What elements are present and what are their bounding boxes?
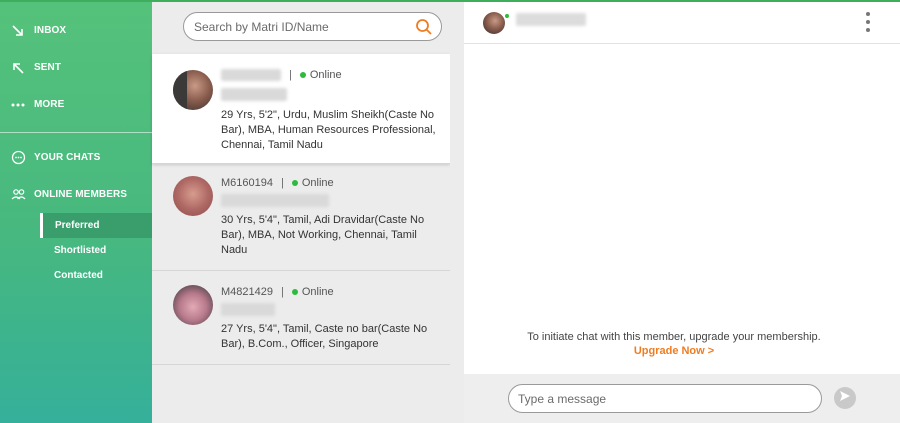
nav-inbox[interactable]: INBOX: [0, 12, 152, 49]
online-indicator: [504, 13, 510, 19]
member-id: M4821429: [221, 286, 273, 298]
nav-more[interactable]: MORE: [0, 86, 152, 123]
message-input[interactable]: [518, 385, 812, 412]
blurred-member-name: [221, 88, 287, 101]
chat-header: [464, 2, 900, 44]
nav-online-members[interactable]: ONLINE MEMBERS: [0, 176, 152, 213]
nav-inbox-label: INBOX: [34, 25, 67, 36]
sub-item-contacted[interactable]: Contacted: [0, 263, 152, 288]
member-id-line: M4821429 | Online: [221, 285, 436, 299]
blurred-member-name: [221, 194, 329, 207]
member-card[interactable]: | Online 29 Yrs, 5'2", Urdu, Muslim Shei…: [152, 54, 450, 164]
blurred-contact-name: [516, 13, 586, 26]
separator: |: [281, 177, 284, 189]
search-input[interactable]: [194, 19, 415, 34]
member-id-line: M6160194 | Online: [221, 176, 436, 190]
nav-more-label: MORE: [34, 99, 65, 110]
blurred-member-id: [221, 69, 281, 81]
sidebar-divider: [0, 132, 152, 133]
panel-gap: [450, 2, 464, 423]
online-status: Online: [301, 286, 334, 298]
more-dots-icon: [10, 97, 26, 113]
nav-online-members-label: ONLINE MEMBERS: [34, 189, 128, 200]
member-description: 29 Yrs, 5'2", Urdu, Muslim Sheikh(Caste …: [221, 109, 436, 151]
separator: |: [289, 69, 292, 81]
member-card[interactable]: M4821429 | Online 27 Yrs, 5'4", Tamil, C…: [152, 271, 450, 365]
kebab-menu-icon[interactable]: [864, 12, 872, 32]
blurred-member-name: [221, 303, 275, 316]
send-icon: [839, 389, 851, 407]
separator: |: [281, 286, 284, 298]
sidebar: INBOX SENT MORE YOUR CHATS ONLINE MEMBER…: [0, 2, 152, 423]
nav-your-chats[interactable]: YOUR CHATS: [0, 139, 152, 176]
member-description: 27 Yrs, 5'4", Tamil, Caste no bar(Caste …: [221, 323, 428, 350]
nav-sent[interactable]: SENT: [0, 49, 152, 86]
online-dot: [299, 72, 306, 78]
search-box[interactable]: [183, 12, 442, 41]
upgrade-message: To initiate chat with this member, upgra…: [524, 330, 824, 358]
send-button[interactable]: [834, 387, 856, 409]
chat-bubble-icon: [10, 150, 26, 166]
member-card[interactable]: M6160194 | Online 30 Yrs, 5'4", Tamil, A…: [152, 164, 450, 271]
online-members-icon: [10, 187, 26, 203]
member-list-panel: | Online 29 Yrs, 5'2", Urdu, Muslim Shei…: [152, 2, 450, 423]
member-avatar: [173, 70, 213, 110]
sub-item-preferred[interactable]: Preferred: [40, 213, 152, 238]
message-input-box[interactable]: [508, 384, 822, 413]
member-id: M6160194: [221, 177, 273, 189]
member-avatar: [173, 176, 213, 216]
member-avatar: [173, 285, 213, 325]
online-dot: [291, 180, 298, 186]
chat-panel: To initiate chat with this member, upgra…: [464, 2, 900, 423]
sub-item-shortlisted[interactable]: Shortlisted: [0, 238, 152, 263]
search-icon[interactable]: [415, 18, 433, 36]
inbox-arrow-icon: [10, 23, 26, 39]
sent-arrow-icon: [10, 60, 26, 76]
member-description: 30 Yrs, 5'4", Tamil, Adi Dravidar(Caste …: [221, 214, 425, 256]
upgrade-text: To initiate chat with this member, upgra…: [527, 331, 821, 343]
online-status: Online: [301, 177, 334, 189]
upgrade-now-link[interactable]: Upgrade Now >: [634, 345, 714, 357]
chat-contact-avatar[interactable]: [483, 12, 505, 34]
nav-sent-label: SENT: [34, 62, 62, 73]
member-id-line: | Online: [221, 68, 436, 82]
nav-your-chats-label: YOUR CHATS: [34, 152, 101, 163]
message-composer: [464, 374, 900, 423]
online-dot: [291, 289, 298, 295]
online-status: Online: [309, 69, 342, 81]
